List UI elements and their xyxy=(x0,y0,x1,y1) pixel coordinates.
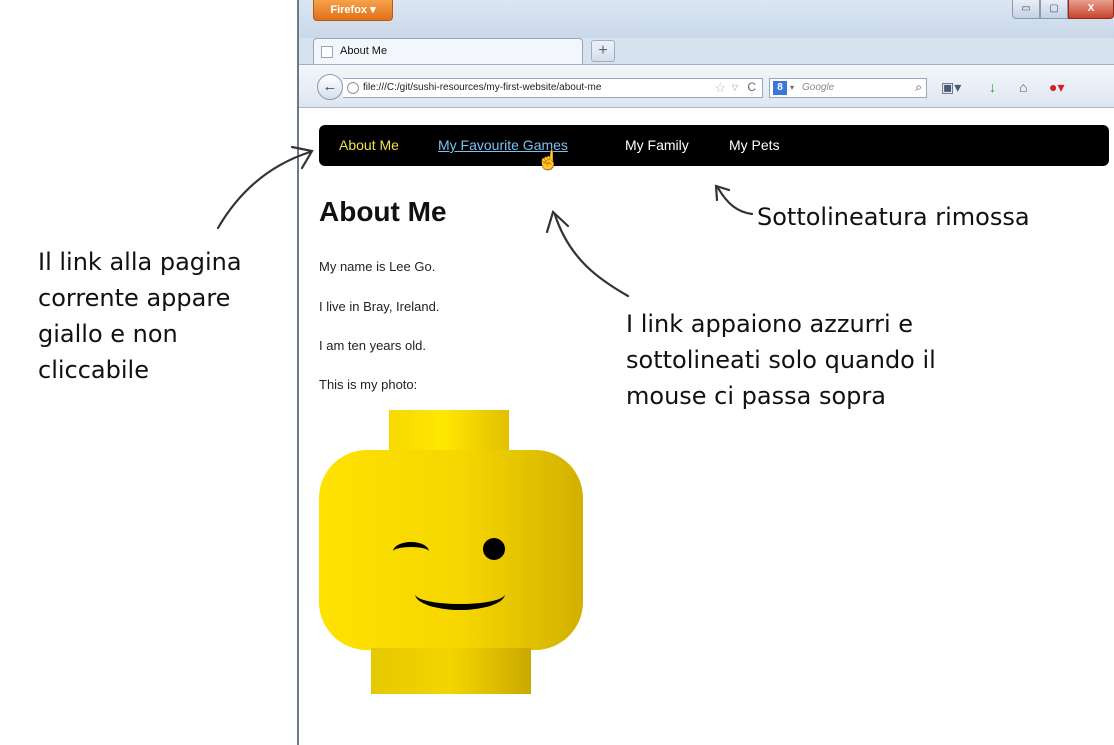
paragraph-photo-caption: This is my photo: xyxy=(319,377,418,392)
annotation-current-link: Il link alla pagina corrente appare gial… xyxy=(38,248,242,384)
paragraph-name: My name is Lee Go. xyxy=(319,259,436,274)
download-icon[interactable]: ↓ xyxy=(989,77,996,97)
title-bar: Firefox ▾ ▭ ▢ X xyxy=(299,0,1114,38)
navigation-toolbar: ← file:///C:/git/sushi-resources/my-firs… xyxy=(299,64,1114,108)
tab-title: About Me xyxy=(340,45,388,57)
paragraph-age: I am ten years old. xyxy=(319,338,426,353)
page-title: About Me xyxy=(319,196,447,227)
back-arrow-icon[interactable]: ← xyxy=(317,74,343,100)
google-icon[interactable]: 8 xyxy=(773,81,787,95)
reload-icon[interactable]: C xyxy=(747,80,756,94)
page-icon xyxy=(321,46,333,58)
search-input[interactable]: Google xyxy=(802,82,834,93)
search-icon[interactable]: ⌕ xyxy=(915,80,922,95)
sidebar-icon[interactable]: ▣▾ xyxy=(941,77,961,97)
site-navigation: About Me My Favourite Games My Family My… xyxy=(319,125,1109,166)
annotation-underline-removed: Sottolineatura rimossa xyxy=(757,203,1030,231)
hand-cursor-icon: ☝ xyxy=(537,150,560,170)
new-tab-button[interactable]: + xyxy=(591,40,615,62)
url-text[interactable]: file:///C:/git/sushi-resources/my-first-… xyxy=(363,82,713,93)
close-button[interactable]: X xyxy=(1068,0,1114,19)
window-controls: ▭ ▢ X xyxy=(1012,0,1114,20)
globe-icon xyxy=(347,82,359,94)
tab-about-me[interactable]: About Me xyxy=(313,38,583,64)
lego-head-photo xyxy=(319,410,583,696)
chevron-down-icon[interactable]: ▾ xyxy=(790,83,794,92)
adblock-icon[interactable]: ●▾ xyxy=(1049,77,1064,97)
minimize-button[interactable]: ▭ xyxy=(1012,0,1040,19)
history-dropdown-icon[interactable]: ▽ xyxy=(732,83,738,92)
search-bar[interactable]: 8 ▾ Google ⌕ xyxy=(769,78,927,98)
maximize-button[interactable]: ▢ xyxy=(1040,0,1068,19)
home-icon[interactable]: ⌂ xyxy=(1019,77,1027,97)
paragraph-location: I live in Bray, Ireland. xyxy=(319,299,440,314)
nav-link-about-me: About Me xyxy=(339,137,399,153)
nav-link-my-family[interactable]: My Family xyxy=(625,137,689,153)
address-bar[interactable]: file:///C:/git/sushi-resources/my-first-… xyxy=(343,78,763,98)
firefox-menu-button[interactable]: Firefox ▾ xyxy=(313,0,393,21)
annotation-hover-links: I link appaiono azzurri e sottolineati s… xyxy=(626,310,936,410)
nav-link-my-pets[interactable]: My Pets xyxy=(729,137,780,153)
bookmark-star-icon[interactable]: ☆ xyxy=(714,80,726,96)
